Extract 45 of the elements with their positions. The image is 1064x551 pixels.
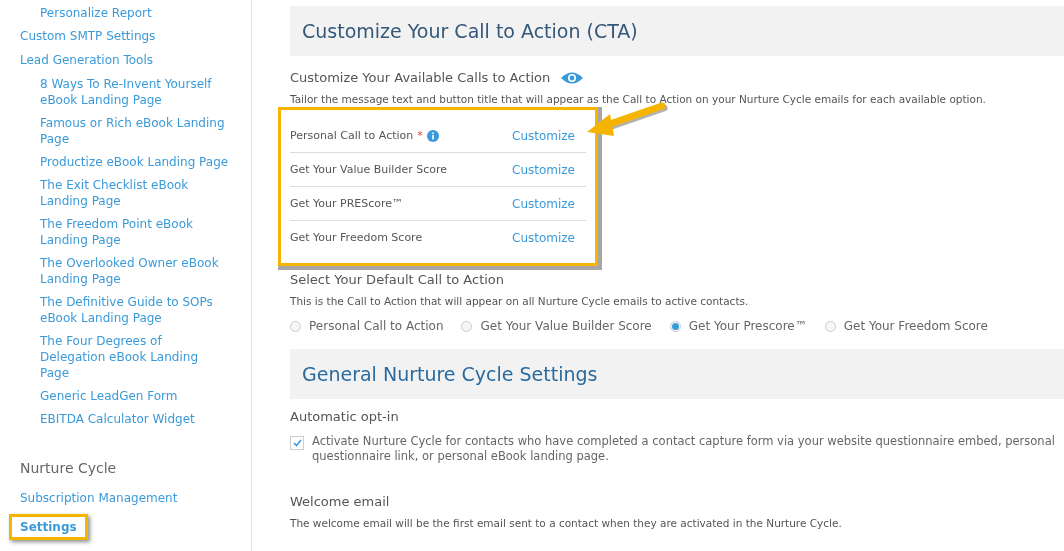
radio-button[interactable] <box>290 320 301 332</box>
radio-label: Get Your Freedom Score <box>843 319 988 333</box>
sidebar-link[interactable]: Custom SMTP Settings <box>20 28 251 44</box>
subheading: Customize Your Available Calls to Action <box>290 70 551 85</box>
radio-label: Get Your Value Builder Score <box>480 319 652 333</box>
info-icon <box>426 129 439 142</box>
section-title: Customize Your Call to Action (CTA) <box>290 6 1064 56</box>
radio-label: Personal Call to Action <box>309 319 444 333</box>
sidebar-link[interactable]: Lead Generation Tools <box>20 52 251 68</box>
description: This is the Call to Action that will appear on all Nurture Cycle emails to active contacts. <box>290 295 750 307</box>
sidebar-link[interactable]: The Exit Checklist eBook Landing Page <box>40 177 230 209</box>
sidebar-link[interactable]: Generic LeadGen Form <box>40 388 230 404</box>
sidebar-link[interactable]: 8 Ways To Re-Invent Yourself eBook Landing Page <box>40 76 230 108</box>
sidebar-link[interactable]: The Freedom Point eBook Landing Page <box>40 216 230 248</box>
sidebar-link[interactable]: Productize eBook Landing Page <box>40 154 230 170</box>
sidebar-heading: Nurture Cycle <box>20 460 118 476</box>
description: The welcome email will be the first email sent to a contact when they are activated in the Nurture Cycle. <box>290 517 843 529</box>
cta-label: Get Your Freedom Score <box>290 231 423 244</box>
subheading: Automatic opt-in <box>290 409 399 424</box>
customize-link[interactable]: Customize <box>512 230 575 245</box>
subheading: Welcome email <box>290 494 390 509</box>
radio-button[interactable] <box>461 320 473 332</box>
sidebar-link[interactable]: Personalize Report <box>40 5 230 21</box>
customize-link[interactable]: Customize <box>512 196 575 211</box>
cta-label: Get Your PREScore™ <box>290 197 404 210</box>
sidebar-link[interactable]: The Overlooked Owner eBook Landing Page <box>40 255 230 287</box>
sidebar-link[interactable]: Subscription Management <box>20 490 251 506</box>
radio-button[interactable] <box>824 320 836 332</box>
sidebar-link[interactable]: EBITDA Calculator Widget <box>40 411 230 427</box>
radio-button[interactable] <box>669 320 681 332</box>
eye-icon[interactable] <box>560 70 585 85</box>
customize-link[interactable]: Customize <box>512 162 575 177</box>
section-title: General Nurture Cycle Settings <box>290 349 1064 399</box>
sidebar-link[interactable]: Famous or Rich eBook Landing Page <box>40 115 230 147</box>
sidebar-link[interactable]: Settings <box>9 514 88 540</box>
checkbox-label: Activate Nurture Cycle for contacts who have completed a contact capture form via your website questionnaire embed, personal questionnaire link, or personal eBook landing page. <box>312 434 1056 464</box>
subheading: Select Your Default Call to Action <box>290 272 505 287</box>
sidebar-link[interactable]: The Definitive Guide to SOPs eBook Landing Page <box>40 294 230 326</box>
sidebar-link[interactable]: The Four Degrees of Delegation eBook Landing Page <box>40 333 230 381</box>
customize-link[interactable]: Customize <box>512 128 575 143</box>
description: Tailor the message text and button title that will appear as the Call to Action on your Nurture Cycle emails for each available option. <box>290 93 987 105</box>
cta-label: Get Your Value Builder Score <box>290 163 447 176</box>
cta-label: Personal Call to Action * <box>290 129 439 142</box>
radio-label: Get Your Prescore™ <box>688 319 807 333</box>
checkbox[interactable] <box>290 436 304 450</box>
